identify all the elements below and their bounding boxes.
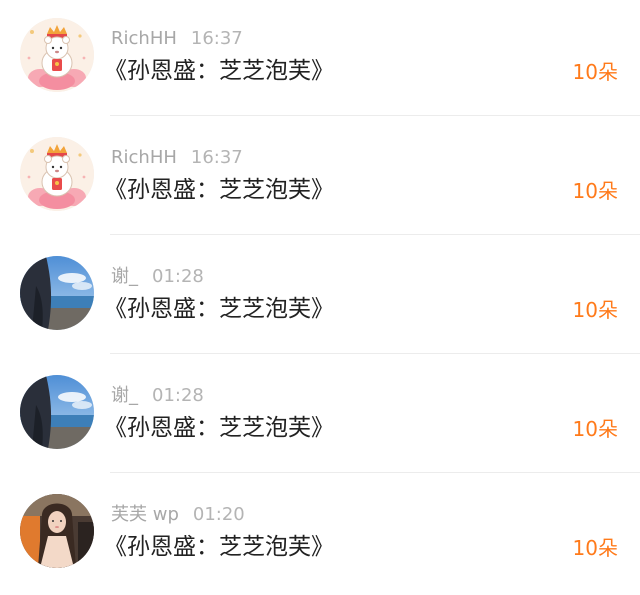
comment-message: 《孙恩盛：芝芝泡芙》 [104, 177, 334, 203]
username[interactable]: 芙芙 wp [111, 504, 179, 525]
cartoon-bear-on-lotus-avatar[interactable] [20, 137, 94, 211]
username[interactable]: RichHH [111, 147, 177, 168]
gift-count: 10朵 [572, 60, 618, 84]
timestamp: 01:28 [152, 385, 204, 406]
comment-item[interactable]: 芙芙 wp 01:20 《孙恩盛：芝芝泡芙》 10朵 [0, 476, 640, 595]
username[interactable]: RichHH [111, 28, 177, 49]
seaside-photo-icon [20, 375, 94, 449]
timestamp: 01:28 [152, 266, 204, 287]
comment-meta: 谢_ 01:28 [111, 265, 204, 289]
timestamp: 16:37 [190, 28, 243, 49]
girl-in-car-photo-avatar[interactable] [20, 494, 94, 568]
username[interactable]: 谢_ [111, 385, 138, 406]
seaside-photo-icon [20, 256, 94, 330]
gift-count: 10朵 [572, 536, 618, 560]
comment-meta: 谢_ 01:28 [111, 384, 204, 408]
divider [110, 353, 640, 354]
bear-lotus-icon [20, 137, 94, 211]
comment-item[interactable]: RichHH 16:37 《孙恩盛：芝芝泡芙》 10朵 [0, 119, 640, 238]
comment-meta: RichHH 16:37 [111, 146, 243, 170]
timestamp: 01:20 [192, 504, 245, 525]
comment-meta: 芙芙 wp 01:20 [111, 503, 245, 527]
comment-message: 《孙恩盛：芝芝泡芙》 [104, 534, 334, 560]
comment-item[interactable]: RichHH 16:37 《孙恩盛：芝芝泡芙》 10朵 [0, 0, 640, 119]
comment-message: 《孙恩盛：芝芝泡芙》 [104, 58, 334, 84]
seaside-photo-avatar[interactable] [20, 375, 94, 449]
comment-message: 《孙恩盛：芝芝泡芙》 [104, 415, 334, 441]
comment-meta: RichHH 16:37 [111, 27, 243, 51]
gift-count: 10朵 [572, 298, 618, 322]
comment-message: 《孙恩盛：芝芝泡芙》 [104, 296, 334, 322]
divider [110, 234, 640, 235]
cartoon-bear-on-lotus-avatar[interactable] [20, 18, 94, 92]
username[interactable]: 谢_ [111, 266, 138, 287]
divider [110, 472, 640, 473]
comment-item[interactable]: 谢_ 01:28 《孙恩盛：芝芝泡芙》 10朵 [0, 357, 640, 476]
comment-item[interactable]: 谢_ 01:28 《孙恩盛：芝芝泡芙》 10朵 [0, 238, 640, 357]
gift-count: 10朵 [572, 417, 618, 441]
divider [110, 115, 640, 116]
bear-lotus-icon [20, 18, 94, 92]
girl-in-car-photo-icon [20, 494, 94, 568]
seaside-photo-avatar[interactable] [20, 256, 94, 330]
timestamp: 16:37 [190, 147, 243, 168]
gift-count: 10朵 [572, 179, 618, 203]
